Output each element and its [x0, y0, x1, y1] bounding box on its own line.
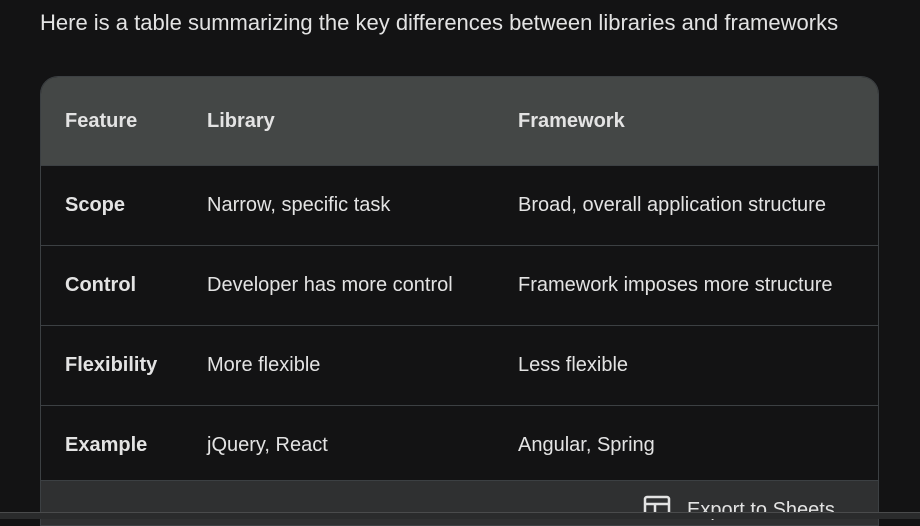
table-footer: Export to Sheets	[41, 480, 878, 525]
header-framework: Framework	[518, 109, 625, 132]
export-to-sheets-button[interactable]: Export to Sheets	[643, 495, 835, 525]
table-cell: Control	[65, 274, 137, 296]
table-cell: Narrow, specific task	[207, 194, 391, 216]
table-icon	[643, 495, 687, 525]
table-cell: Developer has more control	[207, 274, 453, 296]
table-row: Flexibility More flexible Less flexible	[41, 325, 878, 405]
bottom-scrollbar[interactable]	[0, 512, 920, 519]
table-cell: Broad, overall application structure	[518, 194, 826, 216]
table-cell: Less flexible	[518, 354, 629, 376]
table-cell: Flexibility	[65, 354, 158, 376]
table-row: Control Developer has more control Frame…	[41, 245, 878, 325]
header-library: Library	[207, 109, 275, 132]
comparison-table: Feature Library Framework Scope Narrow, …	[40, 76, 879, 526]
header-feature: Feature	[65, 109, 138, 132]
table-header-row: Feature Library Framework	[41, 77, 878, 165]
table-cell: Example	[65, 434, 148, 456]
table-row: Example jQuery, React Angular, Spring	[41, 405, 878, 485]
table-cell: More flexible	[207, 354, 321, 376]
table-row: Scope Narrow, specific task Broad, overa…	[41, 165, 878, 245]
intro-text: Here is a table summarizing the key diff…	[40, 10, 839, 35]
table-cell: jQuery, React	[207, 434, 328, 456]
table-cell: Angular, Spring	[518, 434, 655, 456]
table-cell: Scope	[65, 194, 126, 216]
table-cell: Framework imposes more structure	[518, 274, 833, 296]
